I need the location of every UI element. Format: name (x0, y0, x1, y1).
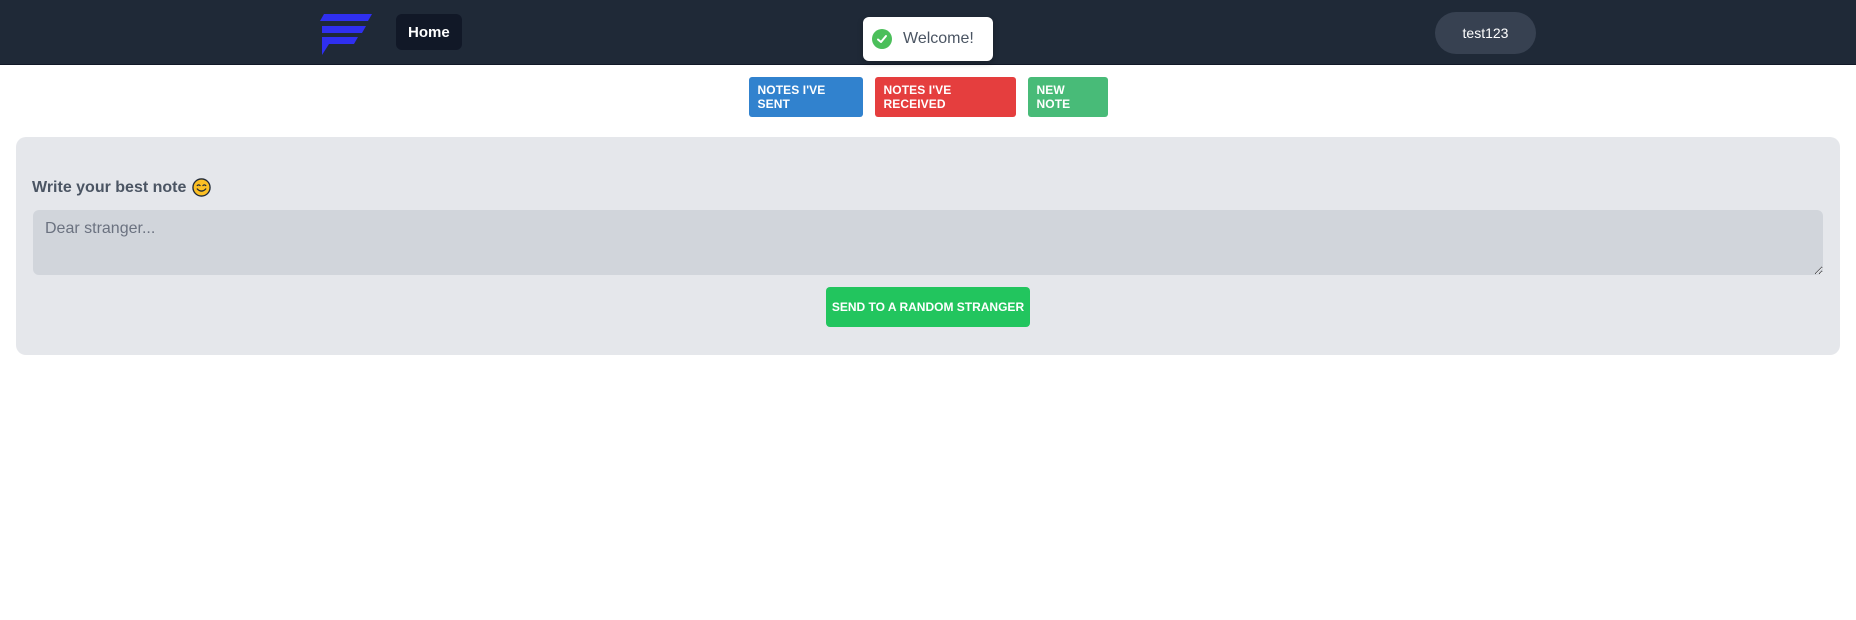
notes-tab-bar: NOTES I'VE SENT NOTES I'VE RECEIVED NEW … (0, 77, 1856, 117)
note-label-text: Write your best note (32, 178, 187, 196)
smile-icon (192, 178, 212, 197)
nav-home-link[interactable]: Home (396, 14, 462, 50)
brand-logo-icon[interactable] (318, 12, 374, 56)
user-menu-button[interactable]: test123 (1435, 12, 1536, 54)
toast-message: Welcome! (903, 30, 974, 47)
new-note-card: Write your best note SEND TO A RANDOM ST… (16, 137, 1840, 355)
check-circle-icon (872, 29, 892, 49)
tab-new-note[interactable]: NEW NOTE (1027, 77, 1108, 117)
send-to-stranger-button[interactable]: SEND TO A RANDOM STRANGER (826, 287, 1030, 327)
tab-notes-received[interactable]: NOTES I'VE RECEIVED (874, 77, 1016, 117)
tab-notes-sent[interactable]: NOTES I'VE SENT (748, 77, 863, 117)
note-label: Write your best note (32, 178, 212, 197)
welcome-toast[interactable]: Welcome! (863, 17, 993, 61)
note-textarea[interactable] (33, 210, 1823, 275)
